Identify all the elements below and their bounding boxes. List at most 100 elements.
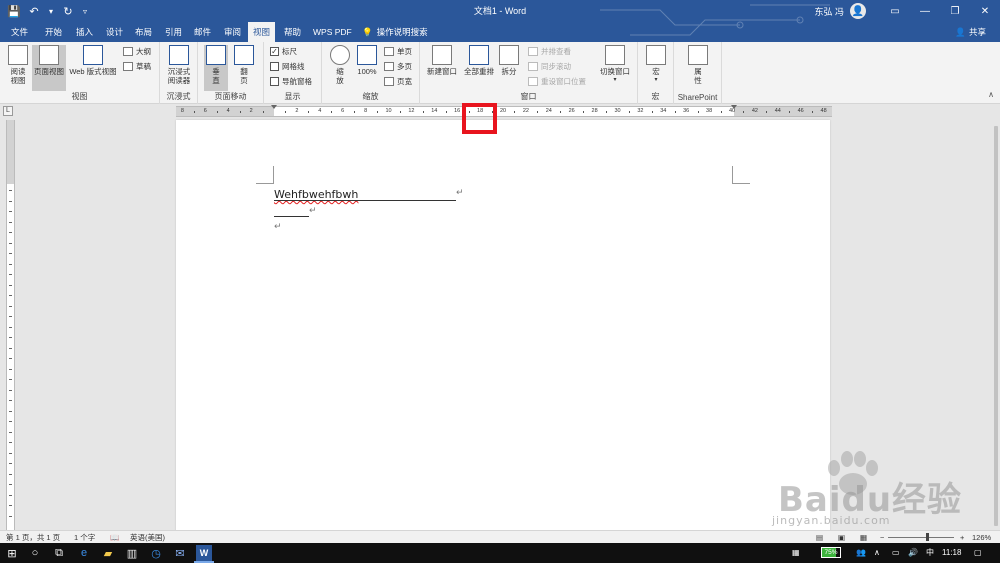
new-window-label: 新建窗口: [427, 67, 457, 76]
tray-expand-icon[interactable]: ∧: [874, 543, 880, 563]
cortana-icon[interactable]: ○: [27, 545, 43, 561]
network-icon[interactable]: ▭: [892, 543, 900, 563]
print-layout-view-icon[interactable]: ▣: [838, 532, 845, 543]
web-layout-view-icon[interactable]: ▦: [860, 532, 867, 543]
minimize-icon[interactable]: —: [910, 0, 940, 22]
sync-scrolling-button[interactable]: 同步滚动: [528, 61, 571, 72]
collapse-ribbon-icon[interactable]: ∧: [988, 90, 994, 99]
people-icon[interactable]: 👥: [856, 543, 866, 563]
web-layout-button[interactable]: Web 版式视图: [66, 45, 120, 76]
split-button[interactable]: 拆分: [498, 45, 520, 76]
ime-indicator[interactable]: 中: [926, 543, 934, 563]
edge-icon[interactable]: e: [76, 545, 92, 561]
clock-app-icon[interactable]: ◷: [148, 545, 164, 561]
document-page[interactable]: Wehfbwehfbwh ↵ ↵ ↵: [176, 120, 830, 530]
share-button[interactable]: 👤 共享: [955, 22, 986, 42]
zoom-slider[interactable]: [888, 537, 954, 538]
task-view-icon[interactable]: ⧉: [51, 545, 67, 561]
ruler-tick-label: 28: [591, 108, 598, 114]
tab-help[interactable]: 帮助: [279, 22, 306, 42]
properties-button[interactable]: 属 性: [686, 45, 710, 85]
word-count[interactable]: 1 个字: [74, 532, 95, 543]
outline-button[interactable]: 大纲: [123, 46, 151, 57]
zoom-button[interactable]: 缩 放: [328, 45, 352, 85]
windows-start-icon[interactable]: ⊞: [4, 545, 20, 561]
group-show: ✓ 标尺 网格线 导航窗格 显示: [264, 42, 322, 104]
group-show-label: 显示: [284, 92, 301, 101]
ruler-tick-label: 12: [408, 108, 415, 114]
notifications-icon[interactable]: ▢: [974, 543, 982, 563]
split-label: 拆分: [501, 67, 517, 76]
vertical-scrollbar[interactable]: [992, 118, 1000, 530]
text-underline-line-1: [274, 200, 456, 201]
vertical-ruler[interactable]: [6, 120, 15, 530]
restore-icon[interactable]: ❐: [940, 0, 970, 22]
side-to-side-button[interactable]: 翻 页: [232, 45, 256, 85]
first-line-indent-marker[interactable]: [271, 105, 277, 109]
zoom-in-icon[interactable]: +: [960, 532, 964, 543]
word-taskbar-icon[interactable]: W: [196, 545, 212, 561]
clock[interactable]: 11:18: [942, 543, 961, 563]
read-mode-view-icon[interactable]: ▤: [816, 532, 823, 543]
immersive-reader-button[interactable]: 沉浸式 阅读器: [164, 45, 194, 85]
print-layout-button[interactable]: 页面视图: [32, 45, 66, 91]
close-icon[interactable]: ✕: [970, 0, 1000, 22]
vertical-button[interactable]: 垂 直: [204, 45, 228, 91]
macros-button[interactable]: 宏 ▾: [644, 45, 668, 85]
scrollbar-thumb[interactable]: [994, 126, 998, 526]
tab-wps-pdf[interactable]: WPS PDF: [308, 22, 357, 42]
avatar[interactable]: 👤: [850, 3, 866, 19]
read-mode-button[interactable]: 阅读 视图: [4, 45, 32, 85]
sync-scrolling-label: 同步滚动: [541, 62, 571, 71]
proofing-icon[interactable]: 📖: [110, 532, 119, 543]
draft-button[interactable]: 草稿: [123, 61, 151, 72]
new-window-button[interactable]: 新建窗口: [424, 45, 460, 76]
battery-indicator[interactable]: 75%: [821, 547, 841, 558]
multiple-pages-button[interactable]: 多页: [384, 61, 412, 72]
multiple-pages-icon: [384, 62, 394, 71]
switch-windows-button[interactable]: 切换窗口 ▾: [596, 45, 634, 85]
gridlines-checkbox[interactable]: 网格线: [270, 61, 305, 72]
tab-references[interactable]: 引用: [160, 22, 187, 42]
zoom-level[interactable]: 126%: [972, 532, 991, 543]
ruler-tick: [560, 111, 562, 113]
side-by-side-button[interactable]: 并排查看: [528, 46, 571, 57]
mail-icon[interactable]: ✉: [172, 545, 188, 561]
volume-icon[interactable]: 🔊: [908, 543, 918, 563]
tell-me-search[interactable]: 💡 操作说明搜索: [362, 22, 428, 42]
tab-mailings[interactable]: 邮件: [189, 22, 216, 42]
ruler-tick: [537, 111, 539, 113]
tab-review[interactable]: 审阅: [219, 22, 246, 42]
tab-file[interactable]: 文件: [6, 22, 33, 42]
arrange-all-button[interactable]: 全部重排: [462, 45, 496, 76]
tab-insert[interactable]: 插入: [71, 22, 98, 42]
ruler-tick: [331, 111, 333, 113]
group-views: 阅读 视图 页面视图 Web 版式视图 大纲 草稿 视图: [0, 42, 160, 104]
immersive-reader-icon: [169, 45, 189, 65]
tab-home[interactable]: 开始: [40, 22, 67, 42]
horizontal-ruler[interactable]: 8 6 4 2 2 4 6 8 10 12 14 16 18 20 22 24 26 28 30 32 34 36 38 40…: [176, 105, 832, 117]
file-explorer-icon[interactable]: ▰: [100, 545, 116, 561]
group-views-label: 视图: [71, 92, 88, 101]
tab-layout[interactable]: 布局: [130, 22, 157, 42]
navigation-pane-checkbox[interactable]: 导航窗格: [270, 76, 312, 87]
language[interactable]: 英语(美国): [130, 532, 165, 543]
ribbon-display-options-icon[interactable]: ▭: [880, 0, 910, 22]
right-indent-marker[interactable]: [731, 105, 737, 109]
group-immersive: 沉浸式 阅读器 沉浸式: [160, 42, 198, 104]
tab-selector[interactable]: L: [3, 106, 13, 116]
keyboard-icon[interactable]: ▦: [792, 543, 800, 563]
zoom-out-icon[interactable]: −: [880, 532, 884, 543]
properties-icon: [688, 45, 708, 65]
store-icon[interactable]: ▥: [124, 545, 140, 561]
zoom-100-button[interactable]: 100%: [354, 45, 380, 76]
zoom-slider-thumb[interactable]: [926, 533, 929, 541]
page-width-button[interactable]: 页宽: [384, 76, 412, 87]
page-count[interactable]: 第 1 页，共 1 页: [6, 532, 60, 543]
one-page-button[interactable]: 单页: [384, 46, 412, 57]
tab-design[interactable]: 设计: [101, 22, 128, 42]
reset-position-button[interactable]: 重设窗口位置: [528, 76, 586, 87]
tab-view[interactable]: 视图: [248, 22, 276, 42]
ruler-tick: [422, 111, 424, 113]
ruler-checkbox[interactable]: ✓ 标尺: [270, 46, 297, 57]
